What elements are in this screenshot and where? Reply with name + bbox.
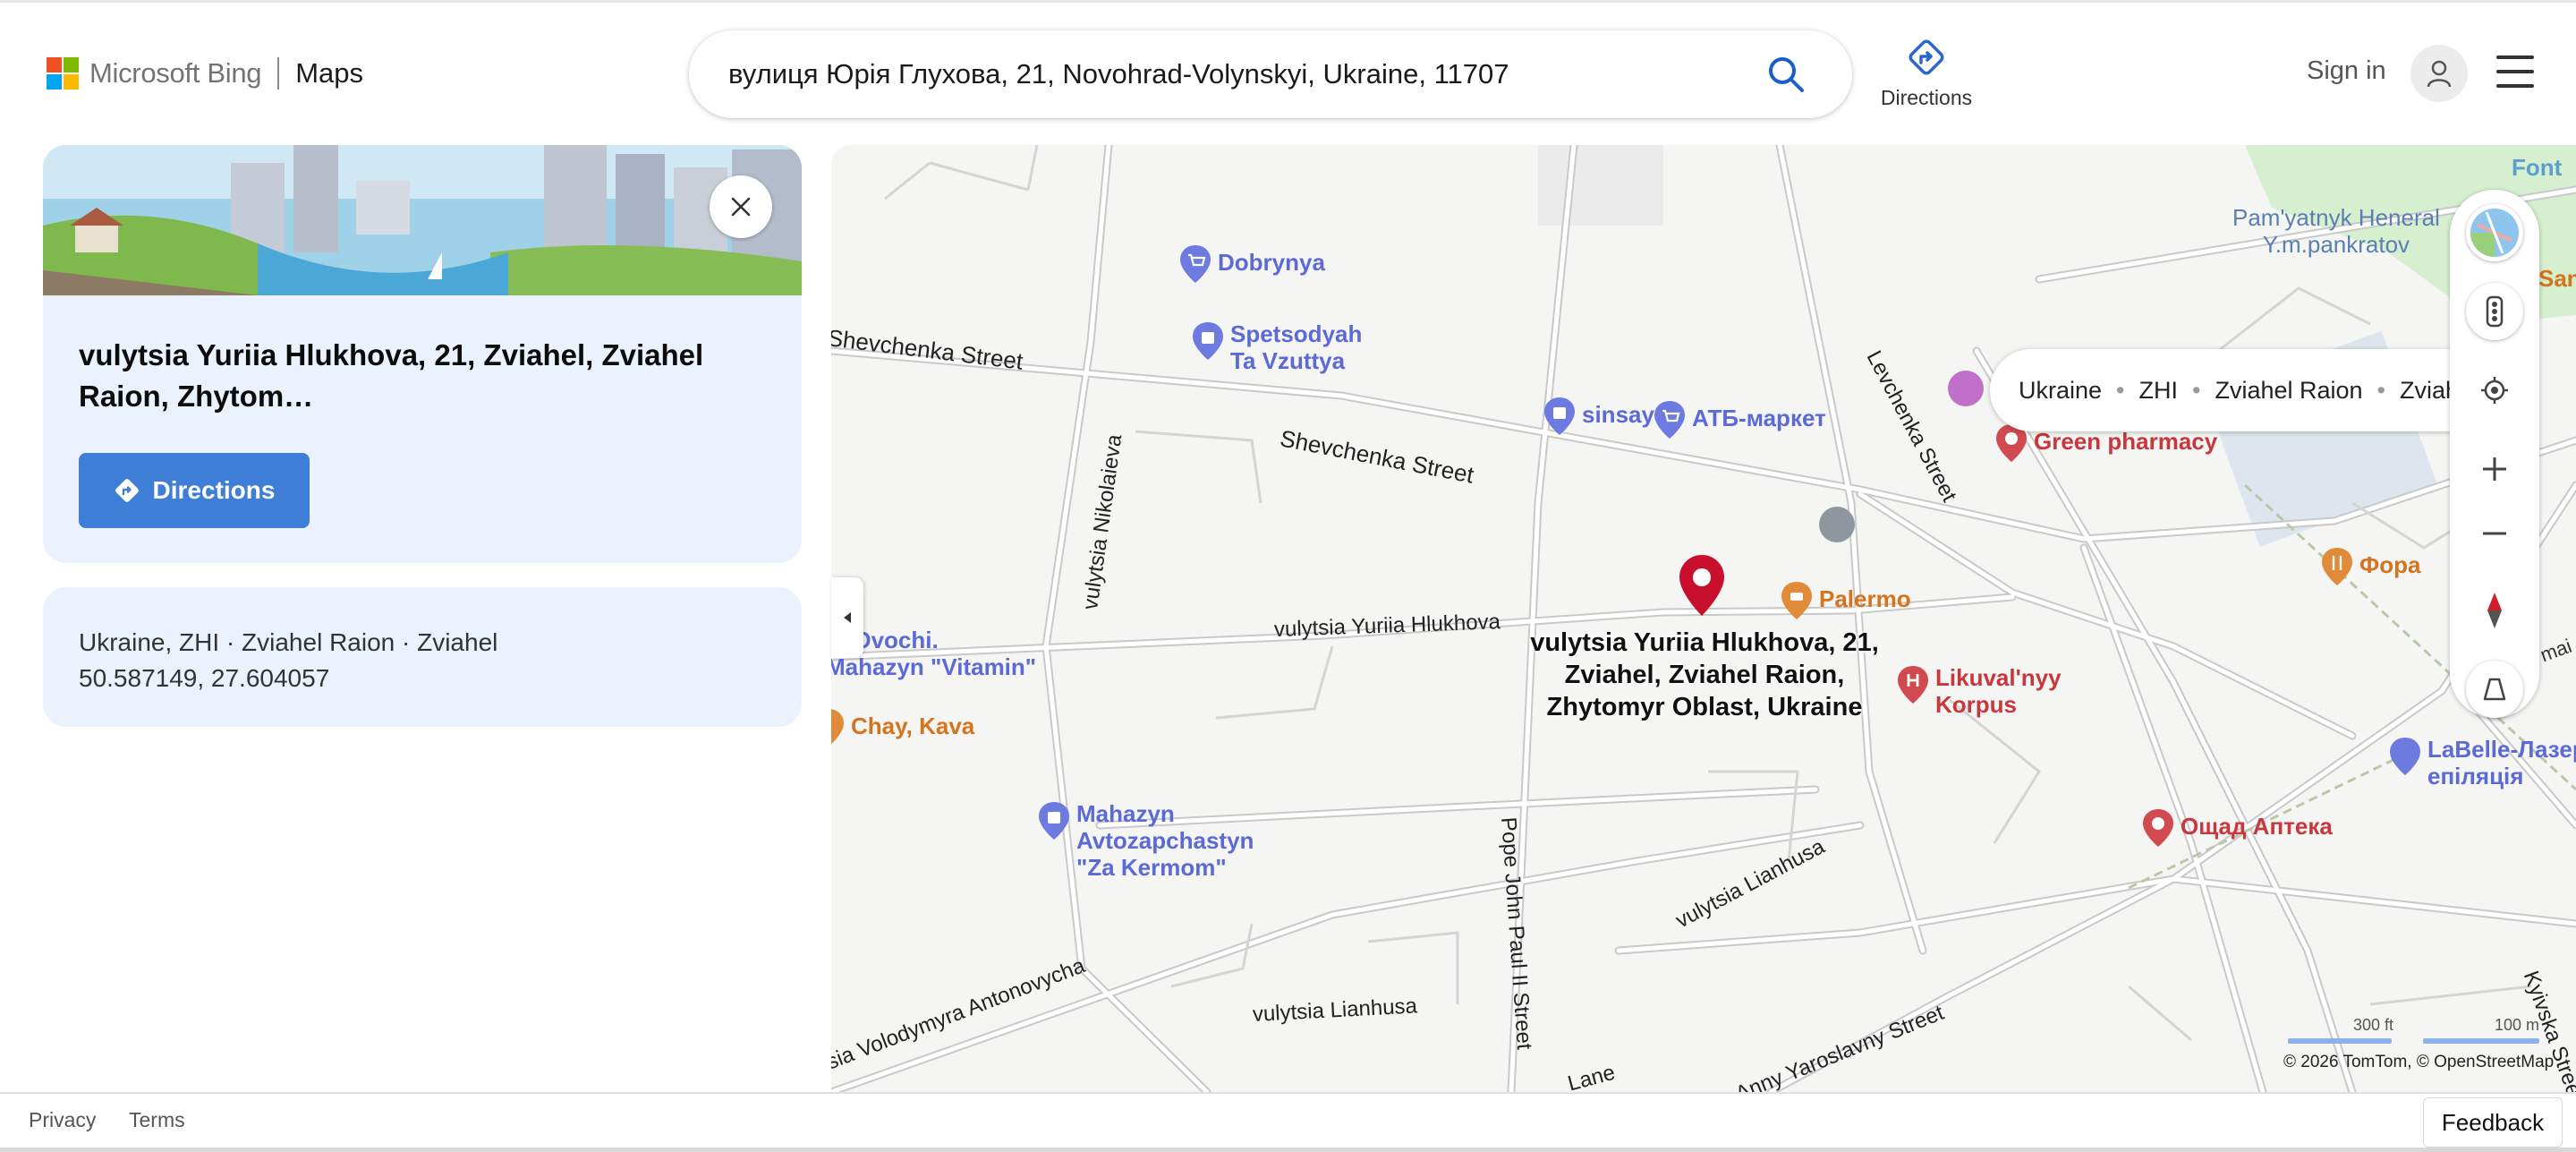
traffic-button[interactable] bbox=[2466, 283, 2523, 340]
place-banner-image bbox=[43, 145, 802, 295]
directions-button-label: Directions bbox=[152, 476, 276, 504]
avatar[interactable] bbox=[2410, 45, 2468, 102]
pin-label: vulytsia Yuriia Hlukhova, 21, Zviahel, Z… bbox=[1530, 628, 1879, 721]
poi-atb[interactable]: АТБ-маркет bbox=[1653, 399, 1826, 440]
shopping-cart-icon bbox=[1180, 245, 1211, 283]
poi-fora[interactable]: Фора bbox=[2320, 546, 2420, 587]
poi-dobrynya[interactable]: Dobrynya bbox=[1178, 243, 1325, 285]
user-icon bbox=[2427, 60, 2452, 88]
compass-button[interactable] bbox=[2466, 582, 2523, 639]
scale-m-label: 100 m bbox=[2495, 1016, 2540, 1034]
scale-ft-label: 300 ft bbox=[2353, 1016, 2394, 1034]
place-card: vulytsia Yuriia Hlukhova, 21, Zviahel, Z… bbox=[43, 145, 802, 563]
restaurant-icon bbox=[1781, 582, 1812, 619]
place-info-card: Ukraine, ZHI · Zviahel Raion · Zviahel 5… bbox=[43, 587, 802, 727]
directions-button[interactable]: Directions bbox=[79, 453, 310, 528]
search-icon bbox=[1769, 57, 1804, 92]
poi-palermo[interactable]: Palermo bbox=[1780, 580, 1911, 621]
bottom-border bbox=[0, 1148, 2576, 1152]
scale-m-bar bbox=[2423, 1038, 2539, 1044]
breadcrumb[interactable]: Ukraine • ZHI • Zviahel Raion • Zviahel bbox=[1990, 349, 2478, 431]
breadcrumb-item[interactable]: Ukraine bbox=[2019, 377, 2102, 405]
breadcrumb-item[interactable]: Zviahel Raion bbox=[2215, 377, 2362, 405]
map-style-button[interactable] bbox=[2466, 204, 2523, 261]
close-button[interactable] bbox=[710, 175, 772, 238]
poi-pamyatnyk[interactable]: Pam'yatnyk Heneral Y.m.pankratov bbox=[2232, 204, 2440, 258]
tilt-button[interactable] bbox=[2466, 661, 2523, 718]
place-title: vulytsia Yuriia Hlukhova, 21, Zviahel, Z… bbox=[79, 338, 704, 413]
header-directions-button[interactable]: Directions bbox=[1877, 36, 1976, 116]
terms-link[interactable]: Terms bbox=[129, 1108, 185, 1132]
menu-icon[interactable] bbox=[2496, 55, 2534, 88]
logo-divider bbox=[277, 57, 280, 90]
compass-icon bbox=[2487, 593, 2502, 628]
feedback-button[interactable]: Feedback bbox=[2423, 1097, 2563, 1148]
poi-sinsay[interactable]: sinsay bbox=[1543, 396, 1654, 437]
bing-maps-logo[interactable]: Microsoft Bing Maps bbox=[47, 55, 363, 91]
poi-font[interactable]: Font bbox=[2512, 145, 2562, 181]
hospital-icon bbox=[1898, 666, 1928, 704]
product-name: Maps bbox=[295, 57, 364, 89]
cafe-icon bbox=[831, 709, 844, 745]
map-style-icon bbox=[2470, 209, 2519, 257]
minus-icon bbox=[2483, 532, 2506, 535]
header-directions-label: Directions bbox=[1880, 86, 1973, 109]
collapse-panel-button[interactable] bbox=[831, 577, 863, 658]
close-icon bbox=[731, 197, 751, 217]
sign-in-link[interactable]: Sign in bbox=[2307, 56, 2386, 86]
poi-avtozapchastyn[interactable]: Mahazyn Avtozapchastyn "Za Kermom" bbox=[1037, 800, 1254, 881]
brand-name: Microsoft Bing bbox=[89, 57, 262, 89]
privacy-link[interactable]: Privacy bbox=[29, 1108, 96, 1132]
microsoft-logo-icon bbox=[47, 57, 79, 90]
poi-chay-kava[interactable]: Chay, Kava bbox=[831, 707, 974, 748]
tilt-icon bbox=[2483, 678, 2506, 701]
coordinates[interactable]: 50.587149, 27.604057 bbox=[79, 661, 766, 696]
search-box[interactable]: вулиця Юрія Глухова, 21, Novohrad-Volyns… bbox=[689, 30, 1852, 118]
map-canvas[interactable]: Shevchenka Street Shevchenka Street vuly… bbox=[831, 145, 2576, 1092]
directions-icon bbox=[115, 479, 139, 502]
map-copyright[interactable]: © 2026 TomTom, © OpenStreetMap bbox=[2283, 1053, 2554, 1072]
footer-divider bbox=[0, 1092, 2576, 1094]
top-border bbox=[0, 0, 2576, 3]
plus-icon bbox=[2483, 457, 2506, 481]
gas-station-icon[interactable] bbox=[1819, 507, 1855, 542]
pharmacy-icon bbox=[2143, 809, 2173, 847]
directions-icon bbox=[1909, 39, 1944, 75]
zoom-in-button[interactable] bbox=[2466, 440, 2523, 498]
map-roads bbox=[831, 145, 2576, 1092]
breadcrumb-item[interactable]: ZHI bbox=[2139, 377, 2179, 405]
poi-partial-right[interactable]: mai bbox=[2538, 635, 2575, 667]
shopping-cart-icon bbox=[1654, 401, 1685, 439]
poi-labelle[interactable]: LaBelle-Лазер епіляція bbox=[2388, 736, 2576, 789]
shopping-bag-icon bbox=[1544, 397, 1575, 435]
shopping-bag-icon bbox=[1039, 802, 1069, 840]
fork-knife-icon bbox=[2322, 548, 2352, 585]
location-pin-icon[interactable] bbox=[1677, 553, 1727, 618]
poi-san[interactable]: San bbox=[2538, 243, 2576, 292]
chevron-left-icon bbox=[844, 612, 851, 623]
traffic-light-icon bbox=[2486, 295, 2504, 328]
poi-likuvalnyy[interactable]: Likuval'nyy Korpus bbox=[1896, 664, 2062, 718]
scale-ft-bar bbox=[2288, 1038, 2392, 1044]
beauty-icon bbox=[2390, 738, 2420, 775]
locate-icon bbox=[2481, 377, 2508, 404]
search-input[interactable]: вулиця Юрія Глухова, 21, Novohrad-Volyns… bbox=[728, 58, 1759, 90]
zoom-out-button[interactable] bbox=[2466, 505, 2523, 562]
shopping-bag-icon bbox=[1193, 322, 1223, 360]
hotel-icon[interactable] bbox=[1948, 371, 1984, 406]
poi-spetsodyah[interactable]: Spetsodyah Ta Vzuttya bbox=[1191, 320, 1362, 374]
search-button[interactable] bbox=[1759, 47, 1813, 101]
region-line: Ukraine, ZHI · Zviahel Raion · Zviahel bbox=[79, 628, 498, 656]
locate-me-button[interactable] bbox=[2466, 362, 2523, 419]
poi-oschad-apteka[interactable]: Ощад Аптека bbox=[2141, 807, 2333, 849]
